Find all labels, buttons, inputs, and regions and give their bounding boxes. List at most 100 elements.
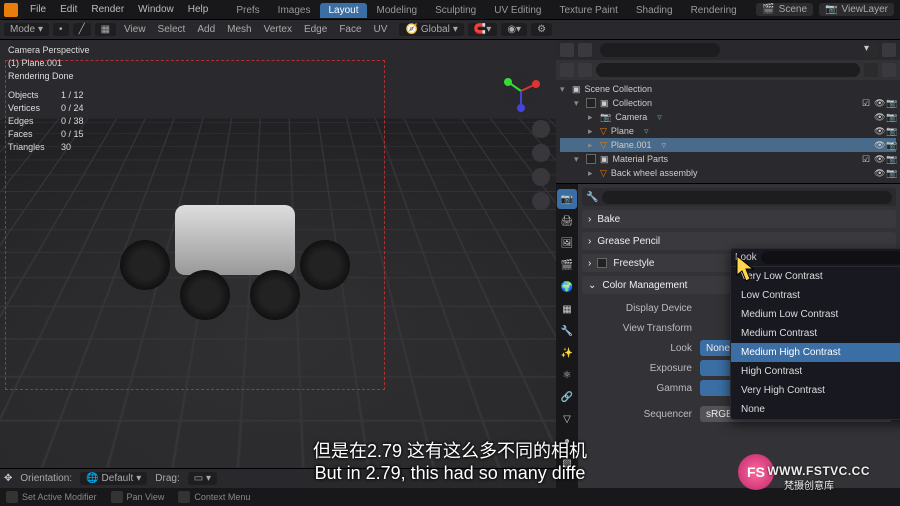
render-icon[interactable]: 📷 (886, 168, 896, 178)
tree-plane001[interactable]: ▸▽Plane.001▿👁📷 (560, 138, 896, 152)
top-search[interactable] (600, 43, 720, 57)
look-option[interactable]: High Contrast (731, 362, 900, 381)
dropdown-search[interactable] (761, 251, 900, 264)
look-option[interactable]: Medium Low Contrast (731, 305, 900, 324)
mode-selector[interactable]: Mode ▾ (4, 23, 49, 36)
panel-bake[interactable]: Bake (582, 210, 896, 228)
render-icon[interactable]: 📷 (886, 140, 896, 150)
filter-icon[interactable]: ▾ (864, 43, 878, 57)
menu-file[interactable]: File (24, 2, 52, 17)
orientation-selector[interactable]: 🧭 Global ▾ (399, 23, 463, 36)
tree-collection[interactable]: ▾▣Collection☑👁📷 (560, 96, 896, 110)
eye-icon[interactable]: 👁 (874, 168, 884, 178)
tab-layout[interactable]: Layout (320, 3, 366, 18)
look-option[interactable]: None (731, 400, 900, 419)
outliner-editor-icon[interactable] (560, 63, 574, 77)
menu-render[interactable]: Render (85, 2, 130, 17)
look-option[interactable]: Medium High Contrast (731, 343, 900, 362)
tab-particles-icon[interactable]: ✨ (557, 343, 577, 363)
checkbox-icon[interactable] (586, 98, 596, 108)
tree-material-parts[interactable]: ▾▣Material Parts☑👁📷 (560, 152, 896, 166)
rendered-model (120, 190, 350, 340)
eye-icon[interactable]: 👁 (874, 126, 884, 136)
menu-help[interactable]: Help (182, 2, 215, 17)
edit-mode-verts-icon[interactable]: • (53, 23, 69, 36)
menu-face[interactable]: Face (335, 24, 365, 35)
exclude-icon[interactable]: ☑ (862, 98, 872, 108)
tab-modifier-icon[interactable]: 🔧 (557, 321, 577, 341)
viewlayer-selector[interactable]: 📷ViewLayer (819, 3, 894, 16)
data-icon: ▿ (644, 126, 649, 137)
outliner-search[interactable] (596, 63, 860, 77)
properties-search[interactable] (602, 191, 892, 204)
render-icon[interactable]: 📷 (886, 112, 896, 122)
eye-icon[interactable]: 👁 (874, 154, 884, 164)
menu-mesh[interactable]: Mesh (223, 24, 255, 35)
edit-mode-faces-icon[interactable]: ▦ (95, 23, 116, 36)
tree-scene-collection[interactable]: ▾▣Scene Collection (560, 82, 896, 96)
props-icon[interactable]: 🔧 (586, 192, 598, 203)
display-mode-icon[interactable] (578, 43, 592, 57)
editor-type-icon[interactable] (560, 43, 574, 57)
tab-sculpting[interactable]: Sculpting (427, 3, 484, 18)
look-option[interactable]: Very High Contrast (731, 381, 900, 400)
perspective-icon[interactable] (532, 192, 550, 210)
render-icon[interactable]: 📷 (886, 154, 896, 164)
tab-physics-icon[interactable]: ⚛ (557, 365, 577, 385)
tab-constraints-icon[interactable]: 🔗 (557, 387, 577, 407)
options-icon[interactable]: ⚙ (531, 23, 552, 36)
menu-select[interactable]: Select (154, 24, 190, 35)
stats-render-status: Rendering Done (8, 70, 90, 83)
new-collection-icon[interactable] (882, 43, 896, 57)
tab-uv-editing[interactable]: UV Editing (486, 3, 549, 18)
render-icon[interactable]: 📷 (886, 98, 896, 108)
snap-toggle[interactable]: 🧲▾ (468, 23, 497, 36)
checkbox-icon[interactable] (586, 154, 596, 164)
menu-add[interactable]: Add (193, 24, 219, 35)
tab-scene-icon[interactable]: 🎬 (557, 255, 577, 275)
eye-icon[interactable]: 👁 (874, 140, 884, 150)
edit-mode-edges-icon[interactable]: ╱ (73, 23, 91, 36)
tab-world-icon[interactable]: 🌍 (557, 277, 577, 297)
freestyle-checkbox[interactable] (597, 258, 607, 268)
eye-icon[interactable]: 👁 (874, 112, 884, 122)
menu-view[interactable]: View (120, 24, 150, 35)
tab-output-icon[interactable]: 🖨 (557, 211, 577, 231)
look-option[interactable]: Low Contrast (731, 286, 900, 305)
tab-texture-paint[interactable]: Texture Paint (551, 3, 625, 18)
camera-view-icon[interactable] (532, 168, 550, 186)
render-icon[interactable]: 📷 (886, 126, 896, 136)
menu-edit[interactable]: Edit (54, 2, 83, 17)
tab-images[interactable]: Images (270, 3, 319, 18)
menu-vertex[interactable]: Vertex (260, 24, 296, 35)
tab-prefs[interactable]: Prefs (228, 3, 267, 18)
mouse-right-icon (178, 491, 190, 503)
menu-uv[interactable]: UV (370, 24, 392, 35)
tab-rendering[interactable]: Rendering (683, 3, 745, 18)
tab-modeling[interactable]: Modeling (369, 3, 426, 18)
outliner-mode-icon[interactable] (578, 63, 592, 77)
exclude-icon[interactable]: ☑ (862, 154, 872, 164)
menu-window[interactable]: Window (132, 2, 180, 17)
zoom-icon[interactable] (532, 120, 550, 138)
3d-viewport[interactable]: Camera Perspective (1) Plane.001 Renderi… (0, 40, 556, 488)
proportional-toggle[interactable]: ◉▾ (501, 23, 527, 36)
tab-viewlayer-icon[interactable]: 🖼 (557, 233, 577, 253)
tree-back-wheel[interactable]: ▸▽Back wheel assembly👁📷 (560, 166, 896, 180)
scene-selector[interactable]: 🎬Scene (756, 3, 813, 16)
outliner-options-icon[interactable] (882, 63, 896, 77)
eye-icon[interactable]: 👁 (874, 98, 884, 108)
tab-object-icon[interactable]: ▦ (557, 299, 577, 319)
outliner-filter-icon[interactable] (864, 63, 878, 77)
nav-gizmo[interactable] (500, 70, 542, 112)
blender-logo-icon[interactable] (4, 3, 18, 17)
tab-shading[interactable]: Shading (628, 3, 681, 18)
tree-plane[interactable]: ▸▽Plane▿👁📷 (560, 124, 896, 138)
move-icon[interactable] (532, 144, 550, 162)
menu-edge[interactable]: Edge (300, 24, 331, 35)
tab-data-icon[interactable]: ▽ (557, 409, 577, 429)
tree-camera[interactable]: ▸📷Camera▿👁📷 (560, 110, 896, 124)
tab-render-properties-icon[interactable]: 📷 (557, 189, 577, 209)
status-bar: Set Active Modifier Pan View Context Men… (0, 488, 900, 506)
look-option[interactable]: Medium Contrast (731, 324, 900, 343)
